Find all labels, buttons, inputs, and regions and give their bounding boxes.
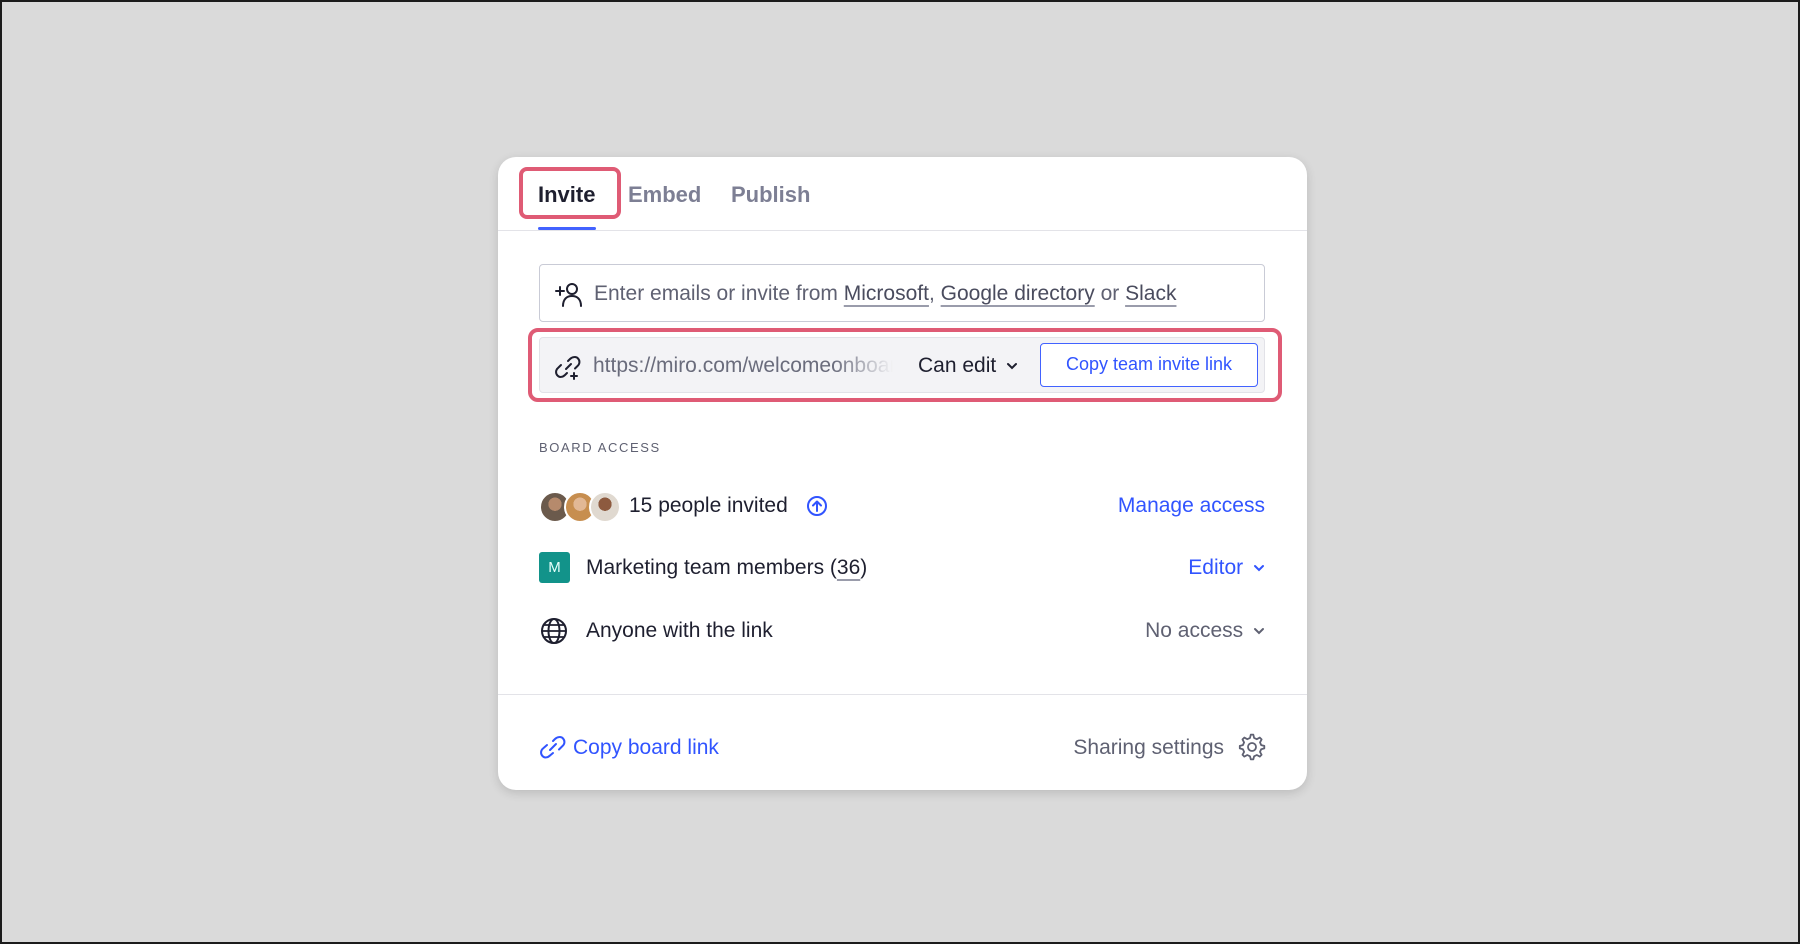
tab-bar: Invite Embed Publish [498,157,1307,231]
invite-link-highlight [528,328,1282,402]
anyone-with-link-row: Anyone with the link No access [539,610,1265,650]
share-modal: Invite Embed Publish Enter emails or inv… [498,157,1307,790]
tab-publish[interactable]: Publish [731,179,810,211]
comma-text: , [928,282,935,305]
team-members-row: M Marketing team members (36) Editor [539,547,1265,587]
footer-divider [498,694,1307,695]
team-role-label: Editor [1188,556,1244,579]
copy-board-link-label: Copy board link [573,736,719,759]
manage-access-link[interactable]: Manage access [1118,491,1265,521]
invite-tab-highlight [519,167,621,219]
slack-link[interactable]: Slack [1125,282,1176,305]
anyone-role-dropdown[interactable]: No access [1145,616,1265,646]
people-invited-row: 15 people invited Manage access [539,485,1265,525]
chevron-down-icon [1254,628,1264,635]
team-close-paren: ) [860,556,868,579]
chevron-down-icon [1254,565,1264,572]
team-role-dropdown[interactable]: Editor [1188,553,1265,583]
email-invite-input[interactable]: Enter emails or invite from Microsoft, G… [539,264,1265,322]
tab-embed[interactable]: Embed [628,179,701,211]
gear-icon [1238,733,1266,761]
people-invited-text: 15 people invited [629,494,788,517]
screenshot-frame: Invite Embed Publish Enter emails or inv… [0,0,1800,944]
add-person-icon [555,283,582,307]
active-tab-indicator [538,227,596,230]
arrow-up-circle-icon[interactable] [806,495,828,517]
globe-icon [541,618,567,644]
or-text: or [1100,282,1120,305]
google-directory-link[interactable]: Google directory [941,282,1095,305]
team-count[interactable]: 36 [837,556,860,579]
anyone-role-label: No access [1145,619,1244,642]
microsoft-link[interactable]: Microsoft [844,282,929,305]
email-input-placeholder: Enter emails or invite from Microsoft, G… [594,279,1176,309]
avatar-group [539,491,621,523]
team-name-text: Marketing team members ( [586,556,837,579]
sharing-settings-button[interactable]: Sharing settings [1026,727,1266,767]
anyone-with-link-text: Anyone with the link [586,619,773,642]
board-access-label: BOARD ACCESS [539,440,661,455]
link-icon [540,736,566,759]
team-badge: M [539,552,570,583]
avatar [589,491,621,523]
team-members-text: Marketing team members (36) [586,553,867,583]
sharing-settings-label: Sharing settings [1073,736,1224,759]
email-prefix-text: Enter emails or invite from [594,282,838,305]
